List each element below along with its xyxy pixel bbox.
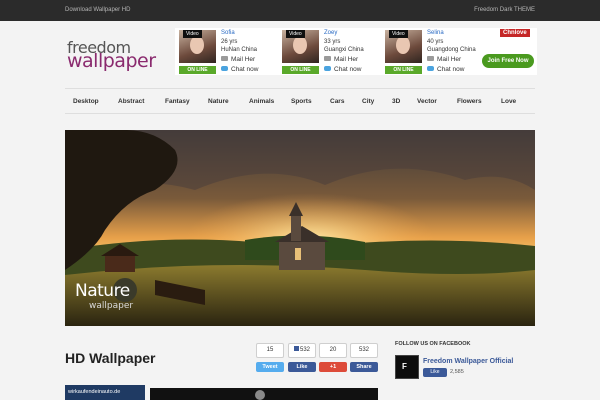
- skull-icon: [255, 390, 265, 400]
- profile-location: HuNan China: [221, 47, 258, 53]
- video-badge: Video: [286, 30, 305, 38]
- profile-age: 40 yrs: [427, 39, 444, 45]
- join-free-button[interactable]: Join Free Now: [482, 54, 534, 68]
- nav-item-desktop[interactable]: Desktop: [73, 98, 99, 105]
- top-bar: Download Wallpaper HD Freedom Dark THEME: [0, 0, 600, 21]
- google-plus-share[interactable]: 20 +1: [319, 343, 347, 372]
- tweet-button[interactable]: Tweet: [256, 362, 284, 372]
- share-count: 532: [288, 343, 316, 358]
- facebook-page-avatar[interactable]: F: [395, 355, 419, 379]
- nav-item-fantasy[interactable]: Fantasy: [165, 98, 190, 105]
- online-badge: ON LINE: [179, 66, 216, 74]
- site-logo[interactable]: freedom wallpaper: [67, 38, 159, 72]
- theme-link[interactable]: Freedom Dark THEME: [474, 7, 535, 13]
- nav-item-love[interactable]: Love: [501, 98, 516, 105]
- mail-her-link[interactable]: Mail Her: [427, 56, 461, 63]
- like-button[interactable]: Like: [288, 362, 316, 372]
- ad-profile-selina[interactable]: Video ON LINE Selina 40 yrs Guangdong Ch…: [381, 28, 485, 75]
- hero-slider[interactable]: Nature wallpaper: [65, 130, 535, 326]
- nav-item-abstract[interactable]: Abstract: [118, 98, 144, 105]
- chat-now-link[interactable]: Chat now: [221, 66, 258, 73]
- mail-her-link[interactable]: Mail Her: [221, 56, 255, 63]
- mail-icon: [324, 56, 331, 61]
- category-nav: Desktop Abstract Fantasy Nature Animals …: [65, 88, 535, 114]
- share-count: 532: [350, 343, 378, 358]
- online-badge: ON LINE: [385, 66, 422, 74]
- profile-age: 33 yrs: [324, 39, 341, 45]
- profile-name[interactable]: Selina: [427, 30, 444, 36]
- facebook-like-share[interactable]: 532 Like: [288, 343, 316, 372]
- nav-item-city[interactable]: City: [362, 98, 374, 105]
- facebook-page-name[interactable]: Freedom Wallpaper Official: [423, 358, 513, 365]
- chat-icon: [324, 66, 331, 71]
- mail-her-link[interactable]: Mail Her: [324, 56, 358, 63]
- video-badge: Video: [389, 30, 408, 38]
- chat-now-link[interactable]: Chat now: [324, 66, 361, 73]
- share-count: 20: [319, 343, 347, 358]
- nav-item-nature[interactable]: Nature: [208, 98, 229, 105]
- nav-item-sports[interactable]: Sports: [291, 98, 312, 105]
- thumbs-up-icon: [293, 346, 299, 351]
- facebook-widget-heading: FOLLOW US ON FACEBOOK: [395, 341, 471, 347]
- profile-age: 26 yrs: [221, 39, 238, 45]
- chat-icon: [427, 66, 434, 71]
- twitter-share[interactable]: 15 Tweet: [256, 343, 284, 372]
- nav-item-animals[interactable]: Animals: [249, 98, 274, 105]
- hero-caption: Nature: [75, 281, 130, 301]
- ad-profile-sofia[interactable]: Video ON LINE Sofia 26 yrs HuNan China M…: [175, 28, 279, 75]
- mail-icon: [427, 56, 434, 61]
- logo-line2: wallpaper: [67, 50, 156, 72]
- profile-location: Guangxi China: [324, 47, 364, 53]
- nav-item-vector[interactable]: Vector: [417, 98, 437, 105]
- plus-one-button[interactable]: +1: [319, 362, 347, 372]
- nav-item-flowers[interactable]: Flowers: [457, 98, 482, 105]
- dating-ad-banner[interactable]: Video ON LINE Sofia 26 yrs HuNan China M…: [175, 28, 537, 75]
- facebook-likes-count: 2,585: [450, 369, 464, 375]
- nav-item-cars[interactable]: Cars: [330, 98, 344, 105]
- share-button[interactable]: Share: [350, 362, 378, 372]
- download-wallpaper-link[interactable]: Download Wallpaper HD: [65, 7, 130, 13]
- facebook-share[interactable]: 532 Share: [350, 343, 378, 372]
- profile-name[interactable]: Zoey: [324, 30, 337, 36]
- chat-now-link[interactable]: Chat now: [427, 66, 464, 73]
- hero-landscape-image: [65, 130, 535, 326]
- wallpaper-thumbnail[interactable]: [150, 388, 378, 400]
- chat-icon: [221, 66, 228, 71]
- facebook-like-button[interactable]: Like: [423, 368, 447, 377]
- profile-name[interactable]: Sofia: [221, 30, 235, 36]
- online-badge: ON LINE: [282, 66, 319, 74]
- ad-profile-zoey[interactable]: Video ON LINE Zoey 33 yrs Guangxi China …: [278, 28, 382, 75]
- mail-icon: [221, 56, 228, 61]
- share-count: 15: [256, 343, 284, 358]
- chnlove-logo[interactable]: Chnlove: [500, 29, 530, 37]
- video-badge: Video: [183, 30, 202, 38]
- nav-item-3d[interactable]: 3D: [392, 98, 400, 105]
- hero-subcaption: wallpaper: [89, 301, 134, 311]
- bottom-banner-ad[interactable]: wirkaufendeinauto.de: [65, 385, 145, 400]
- profile-location: Guangdong China: [427, 47, 476, 53]
- post-title: HD Wallpaper: [65, 350, 156, 366]
